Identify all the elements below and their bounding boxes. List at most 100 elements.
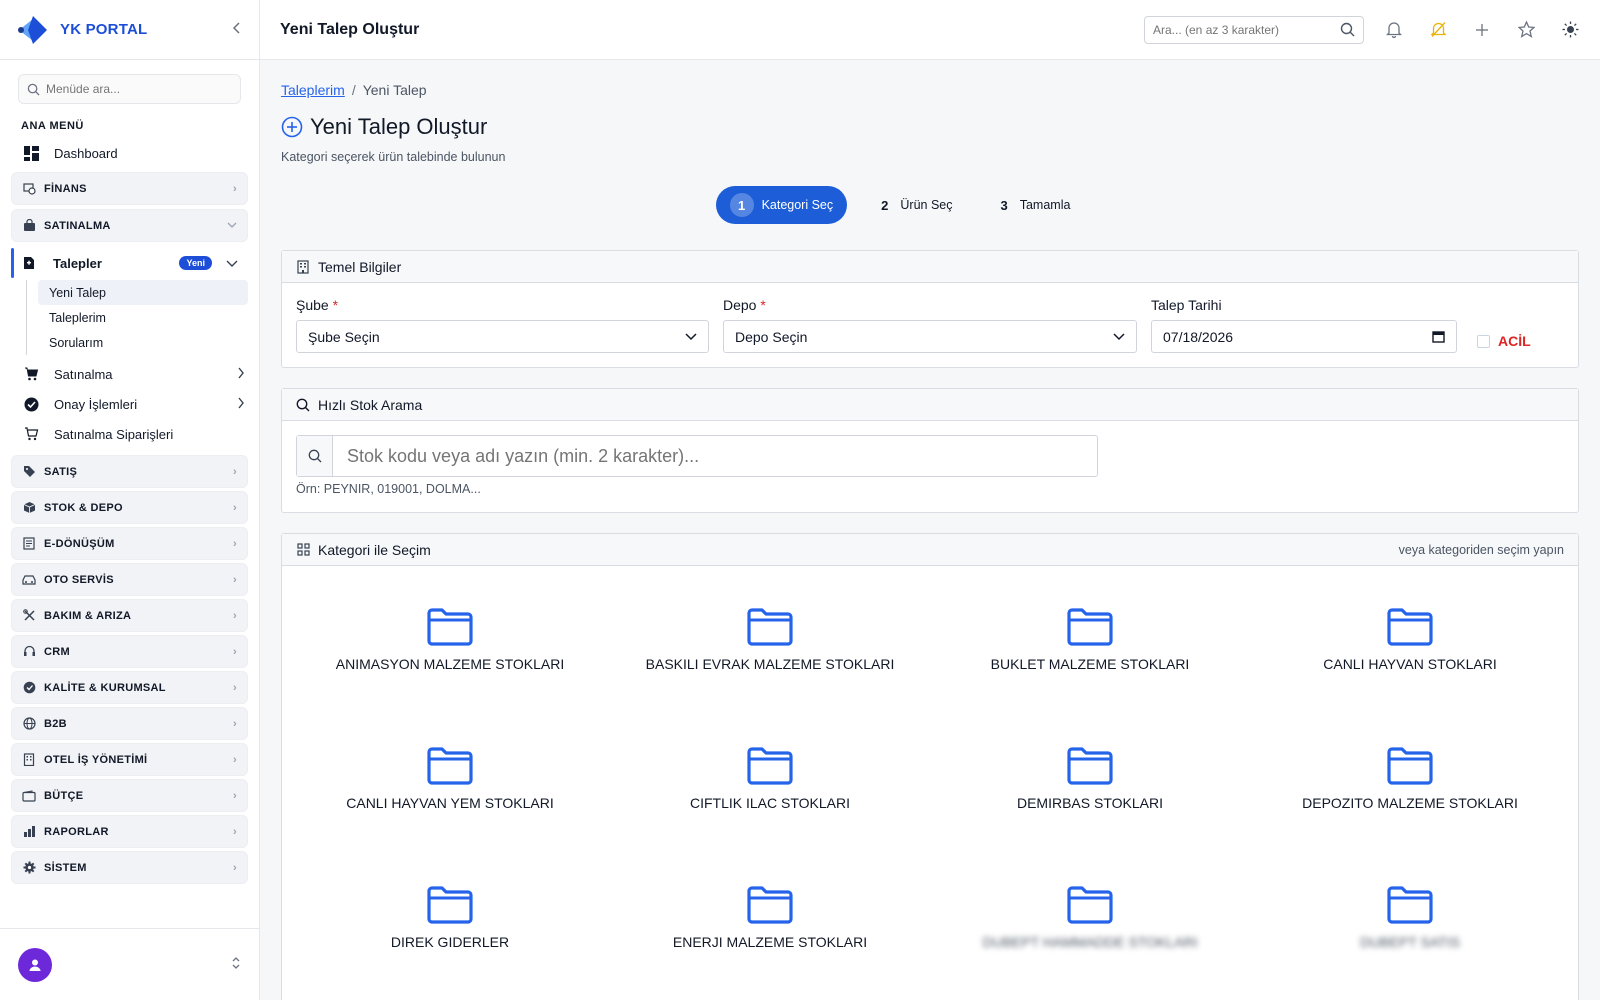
acil-checkbox[interactable]: ACİL <box>1477 333 1531 349</box>
chevron-right-icon: › <box>233 789 237 802</box>
category-label: BASKILI EVRAK MALZEME STOKLARI <box>645 656 895 672</box>
sidebar-group-oto-servi-s[interactable]: OTO SERVİS › <box>11 563 248 596</box>
category-tile[interactable]: CANLI HAYVAN YEM STOKLARI <box>290 727 610 866</box>
sidebar-subitem-sorularim[interactable]: Sorularım <box>38 330 248 355</box>
page-title-text: Yeni Talep Oluştur <box>310 114 488 139</box>
grid-icon <box>296 543 310 557</box>
bell-off-icon[interactable] <box>1428 20 1448 40</box>
category-tile[interactable]: DUBEPT HAMMADDE STOKLARI <box>930 866 1250 1000</box>
star-icon[interactable] <box>1516 20 1536 40</box>
expand-collapse-icon[interactable] <box>231 956 241 973</box>
breadcrumb: Taleplerim / Yeni Talep <box>281 82 1579 98</box>
depo-select[interactable]: Depo Seçin <box>723 320 1137 353</box>
menu-search-input[interactable] <box>46 82 232 96</box>
step-number: 3 <box>1000 197 1008 213</box>
sidebar-group-crm[interactable]: CRM › <box>11 635 248 668</box>
tag-icon <box>22 465 36 479</box>
sidebar-item-satinalma[interactable]: Satınalma <box>0 359 259 389</box>
search-icon[interactable] <box>1340 22 1355 37</box>
chevron-down-icon <box>227 220 237 232</box>
chevron-right-icon: › <box>233 182 237 195</box>
chevron-right-icon: › <box>233 501 237 514</box>
category-tile[interactable]: DIREK GIDERLER <box>290 866 610 1000</box>
sidebar-item-dashboard[interactable]: Dashboard <box>0 138 259 168</box>
category-hint: veya kategoriden seçim yapın <box>1398 542 1564 557</box>
building-icon <box>296 259 310 274</box>
chevron-right-icon: › <box>233 825 237 838</box>
new-badge: Yeni <box>179 256 212 270</box>
sidebar-group-raporlar[interactable]: RAPORLAR › <box>11 815 248 848</box>
checkbox[interactable] <box>1477 334 1490 348</box>
category-tile[interactable]: CANLI HAYVAN STOKLARI <box>1250 588 1570 727</box>
sidebar-group-bakim-ariza[interactable]: BAKIM & ARIZA › <box>11 599 248 632</box>
sidebar-group-finans[interactable]: FİNANS › <box>11 172 248 205</box>
menu-search[interactable] <box>18 74 241 104</box>
stock-search[interactable] <box>296 435 1098 477</box>
sidebar-item-talepler[interactable]: Talepler Yeni <box>11 248 248 278</box>
sidebar-group-sati-[interactable]: SATIŞ › <box>11 455 248 488</box>
category-tile[interactable]: BUKLET MALZEME STOKLARI <box>930 588 1250 727</box>
headset-icon <box>22 645 36 659</box>
step-number: 1 <box>729 193 754 217</box>
sidebar-group-e-d-n-m[interactable]: E-DÖNÜŞÜM › <box>11 527 248 560</box>
category-tile[interactable]: DEPOZITO MALZEME STOKLARI <box>1250 727 1570 866</box>
search-icon <box>297 436 333 476</box>
globe-icon <box>22 717 36 731</box>
card-title: Temel Bilgiler <box>318 258 402 275</box>
user-footer[interactable] <box>0 928 259 1000</box>
avatar[interactable] <box>18 947 52 982</box>
sidebar-group-label: OTEL İŞ YÖNETİMİ <box>44 753 148 766</box>
date-input[interactable]: 07/18/2026 <box>1151 320 1457 353</box>
date-label: Talep Tarihi <box>1151 297 1222 313</box>
sidebar-group-stok-depo[interactable]: STOK & DEPO › <box>11 491 248 524</box>
bell-icon[interactable] <box>1384 20 1404 40</box>
global-search-input[interactable] <box>1153 22 1340 37</box>
category-label: BUKLET MALZEME STOKLARI <box>990 656 1190 672</box>
main-content: Taleplerim / Yeni Talep Yeni Talep Oluştur… <box>281 60 1579 1000</box>
cart-icon <box>22 365 40 383</box>
sun-icon[interactable] <box>1560 20 1580 40</box>
tools-icon <box>22 609 36 623</box>
category-tile[interactable]: ANIMASYON MALZEME STOKLARI <box>290 588 610 727</box>
collapse-sidebar-icon[interactable] <box>231 19 243 40</box>
sidebar-group-otel-i-y-neti-mi-[interactable]: OTEL İŞ YÖNETİMİ › <box>11 743 248 776</box>
category-tile[interactable]: DUBEPT SATIS <box>1250 866 1570 1000</box>
category-tile[interactable]: ENERJI MALZEME STOKLARI <box>610 866 930 1000</box>
sube-select[interactable]: Şube Seçin <box>296 320 709 353</box>
step-kategori-sec[interactable]: 1 Kategori Seç <box>715 186 848 224</box>
global-search[interactable] <box>1144 15 1364 44</box>
building-icon <box>22 753 36 767</box>
sidebar-item-satinalma-siparisleri[interactable]: Satınalma Siparişleri <box>0 419 259 449</box>
menu-section-title: ANA MENÜ <box>21 120 84 132</box>
document-icon <box>22 537 36 551</box>
sidebar-group-label: E-DÖNÜŞÜM <box>44 537 115 550</box>
folder-icon <box>1067 886 1113 924</box>
wallet-icon <box>22 789 36 803</box>
sidebar-group-kali-te-kurumsal[interactable]: KALİTE & KURUMSAL › <box>11 671 248 704</box>
step-urun-sec[interactable]: 2 Ürün Seç <box>867 186 966 224</box>
sidebar-subitem-taleplerim[interactable]: Taleplerim <box>38 305 248 330</box>
calendar-icon[interactable] <box>1432 330 1445 343</box>
sidebar-subitem-yeni-talep[interactable]: Yeni Talep <box>38 280 248 305</box>
sidebar-group-si-stem[interactable]: SİSTEM › <box>11 851 248 884</box>
sidebar-group-b-t-e[interactable]: BÜTÇE › <box>11 779 248 812</box>
breadcrumb-link-taleplerim[interactable]: Taleplerim <box>281 82 345 98</box>
sube-field: Şube * Şube Seçin <box>296 297 709 353</box>
chevron-right-icon: › <box>233 609 237 622</box>
acil-label: ACİL <box>1498 333 1531 349</box>
sidebar-group-satinalma[interactable]: SATINALMA <box>11 209 248 242</box>
breadcrumb-current: Yeni Talep <box>362 82 427 98</box>
chevron-right-icon: › <box>233 645 237 658</box>
category-label: CANLI HAYVAN STOKLARI <box>1323 656 1497 672</box>
sidebar-item-onay-islemleri[interactable]: Onay İşlemleri <box>0 389 259 419</box>
category-label: ANIMASYON MALZEME STOKLARI <box>335 656 565 672</box>
date-value: 07/18/2026 <box>1163 328 1234 345</box>
sidebar-group-b2b[interactable]: B2B › <box>11 707 248 740</box>
category-tile[interactable]: BASKILI EVRAK MALZEME STOKLARI <box>610 588 930 727</box>
category-tile[interactable]: CIFTLIK ILAC STOKLARI <box>610 727 930 866</box>
plus-icon[interactable] <box>1472 20 1492 40</box>
step-tamamla[interactable]: 3 Tamamla <box>986 186 1084 224</box>
category-tile[interactable]: DEMIRBAS STOKLARI <box>930 727 1250 866</box>
chevron-right-icon: › <box>233 717 237 730</box>
stock-search-input[interactable] <box>333 445 1097 467</box>
